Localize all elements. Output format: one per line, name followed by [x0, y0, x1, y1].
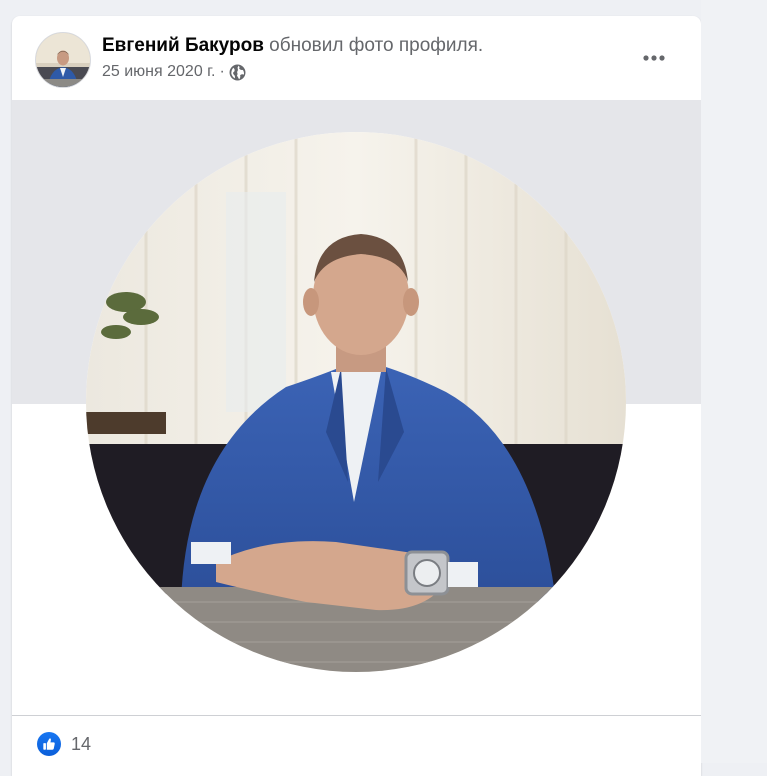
profile-photo[interactable]: [86, 132, 626, 672]
post-divider: [12, 715, 701, 716]
author-name-link[interactable]: Евгений Бакуров: [102, 35, 264, 56]
more-options-button[interactable]: [632, 40, 676, 76]
post-action-text: обновил фото профиля.: [269, 35, 484, 56]
thumbs-up-icon[interactable]: [37, 732, 61, 756]
post-header: Евгений Бакуров обновил фото профиля. 25…: [12, 16, 701, 100]
post-meta: 25 июня 2020 г. ·: [102, 63, 246, 81]
post-title: Евгений Бакуров обновил фото профиля.: [102, 35, 483, 57]
meta-separator: ·: [219, 63, 225, 80]
like-count[interactable]: 14: [71, 734, 91, 755]
author-avatar[interactable]: [35, 32, 91, 88]
post-photo[interactable]: [12, 100, 701, 715]
feed-right-background: [701, 0, 767, 763]
globe-icon[interactable]: [229, 64, 246, 81]
post-card: Евгений Бакуров обновил фото профиля. 25…: [12, 16, 701, 776]
reactions-summary[interactable]: 14: [37, 732, 91, 756]
more-horizontal-icon: [642, 49, 666, 67]
post-date-link[interactable]: 25 июня 2020 г.: [102, 63, 216, 81]
